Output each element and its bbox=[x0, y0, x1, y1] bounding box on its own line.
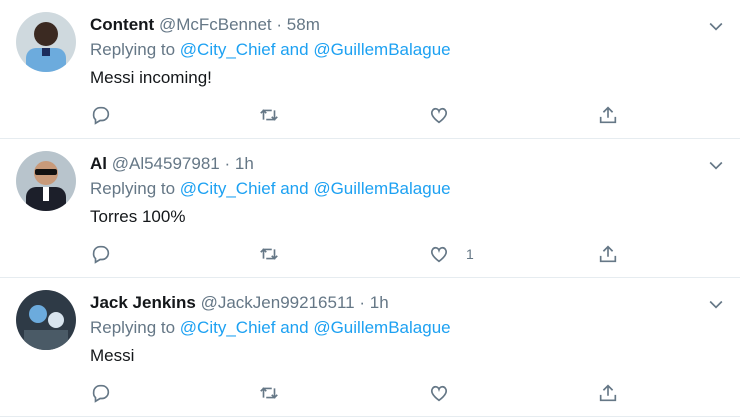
tweet-header: Jack Jenkins @JackJen99216511 · 1h bbox=[90, 292, 389, 314]
avatar[interactable] bbox=[16, 151, 76, 211]
reply-icon bbox=[92, 245, 110, 264]
avatar[interactable] bbox=[16, 290, 76, 350]
share-button[interactable] bbox=[597, 242, 619, 266]
timestamp[interactable]: 58m bbox=[287, 15, 320, 34]
reply-button[interactable] bbox=[90, 381, 112, 405]
mention-link[interactable]: @City_Chief bbox=[180, 40, 276, 59]
like-icon bbox=[430, 246, 448, 263]
mention-link[interactable]: @City_Chief bbox=[180, 318, 276, 337]
timestamp[interactable]: 1h bbox=[235, 154, 254, 173]
chevron-down-icon[interactable] bbox=[706, 155, 726, 175]
tweet-text: Torres 100% bbox=[90, 207, 186, 226]
replying-to: Replying to @City_Chief and @GuillemBala… bbox=[90, 317, 451, 339]
reply-button[interactable] bbox=[90, 242, 112, 266]
share-button[interactable] bbox=[597, 381, 619, 405]
tweet[interactable]: Content @McFcBennet · 58m Replying to @C… bbox=[0, 0, 740, 139]
separator-dot: · bbox=[359, 293, 365, 312]
replying-to: Replying to @City_Chief and @GuillemBala… bbox=[90, 178, 451, 200]
display-name[interactable]: Content bbox=[90, 15, 154, 34]
like-button[interactable]: 1 bbox=[428, 242, 474, 266]
retweet-button[interactable] bbox=[258, 103, 280, 127]
reply-icon bbox=[92, 106, 110, 125]
tweet-header: Content @McFcBennet · 58m bbox=[90, 14, 320, 36]
share-icon bbox=[599, 245, 617, 263]
retweet-button[interactable] bbox=[258, 242, 280, 266]
retweet-button[interactable] bbox=[258, 381, 280, 405]
retweet-icon bbox=[260, 387, 278, 399]
replying-prefix: Replying to bbox=[90, 179, 176, 198]
user-handle[interactable]: @Al54597981 bbox=[112, 154, 220, 173]
tweet[interactable]: Al @Al54597981 · 1h Replying to @City_Ch… bbox=[0, 139, 740, 278]
replying-prefix: Replying to bbox=[90, 40, 176, 59]
separator-dot: · bbox=[224, 154, 231, 173]
mention-link[interactable]: @City_Chief bbox=[180, 179, 276, 198]
mention-and[interactable]: and bbox=[280, 318, 308, 337]
replying-prefix: Replying to bbox=[90, 318, 176, 337]
tweet-text: Messi bbox=[90, 346, 135, 365]
timestamp[interactable]: 1h bbox=[370, 293, 389, 312]
like-button[interactable] bbox=[428, 381, 466, 405]
tweet-actions: 1 bbox=[90, 242, 630, 266]
tweet-actions bbox=[90, 103, 630, 127]
share-icon bbox=[599, 384, 617, 402]
like-icon bbox=[430, 385, 448, 402]
mention-link[interactable]: @GuillemBalague bbox=[313, 40, 450, 59]
chevron-down-icon[interactable] bbox=[706, 294, 726, 314]
retweet-icon bbox=[260, 109, 278, 121]
like-button[interactable] bbox=[428, 103, 466, 127]
chevron-down-icon[interactable] bbox=[706, 16, 726, 36]
user-handle[interactable]: @JackJen99216511 bbox=[201, 293, 355, 312]
separator-dot: · bbox=[276, 15, 283, 34]
share-icon bbox=[599, 106, 617, 124]
tweet[interactable]: Jack Jenkins @JackJen99216511 · 1h Reply… bbox=[0, 278, 740, 417]
mention-link[interactable]: @GuillemBalague bbox=[313, 318, 450, 337]
tweet-text: Messi incoming! bbox=[90, 68, 212, 87]
like-icon bbox=[430, 107, 448, 124]
display-name[interactable]: Al bbox=[90, 154, 107, 173]
mention-and[interactable]: and bbox=[280, 40, 308, 59]
avatar[interactable] bbox=[16, 12, 76, 72]
retweet-icon bbox=[260, 248, 278, 260]
tweet-header: Al @Al54597981 · 1h bbox=[90, 153, 254, 175]
display-name[interactable]: Jack Jenkins bbox=[90, 293, 196, 312]
like-count: 1 bbox=[466, 246, 474, 262]
reply-icon bbox=[92, 384, 110, 403]
reply-button[interactable] bbox=[90, 103, 112, 127]
tweet-actions bbox=[90, 381, 630, 405]
mention-and[interactable]: and bbox=[280, 179, 308, 198]
replying-to: Replying to @City_Chief and @GuillemBala… bbox=[90, 39, 451, 61]
share-button[interactable] bbox=[597, 103, 619, 127]
user-handle[interactable]: @McFcBennet bbox=[159, 15, 272, 34]
mention-link[interactable]: @GuillemBalague bbox=[313, 179, 450, 198]
